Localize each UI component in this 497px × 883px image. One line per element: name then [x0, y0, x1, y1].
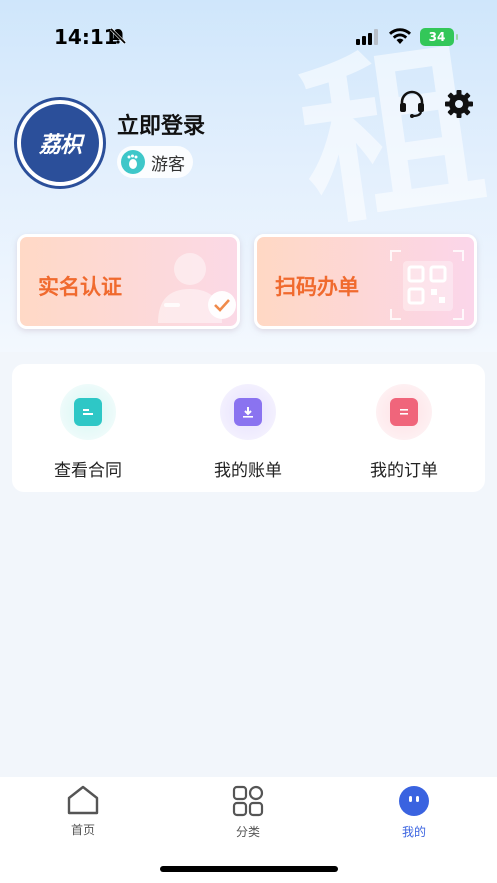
scan-order-card[interactable]: 扫码办单: [254, 234, 477, 329]
my-orders-button[interactable]: 我的订单: [344, 384, 464, 481]
view-contract-button[interactable]: 查看合同: [28, 384, 148, 481]
tab-mine-label: 我的: [401, 825, 426, 839]
status-bar: 14:11 34: [0, 0, 497, 70]
tab-category[interactable]: 分类: [208, 785, 288, 840]
home-icon: [67, 785, 99, 815]
contract-icon: [60, 384, 116, 440]
avatar-logo-text: 荔枳: [38, 133, 82, 158]
real-name-verify-card[interactable]: 实名认证: [17, 234, 240, 329]
real-name-verify-label: 实名认证: [38, 275, 122, 299]
tab-home-label: 首页: [70, 823, 95, 837]
bill-download-icon: [220, 384, 276, 440]
avatar[interactable]: 荔枳: [17, 100, 103, 186]
tab-mine[interactable]: 我的: [374, 785, 454, 840]
wifi-icon: [389, 28, 411, 44]
settings-gear-icon[interactable]: [444, 89, 474, 119]
my-orders-label: 我的订单: [370, 461, 438, 481]
scan-order-label: 扫码办单: [275, 275, 359, 299]
tab-category-label: 分类: [235, 825, 260, 839]
battery-indicator: 34: [420, 28, 458, 46]
view-contract-label: 查看合同: [54, 461, 122, 481]
home-indicator: [160, 866, 338, 872]
guest-badge: 游客: [117, 146, 193, 178]
order-clipboard-icon: [376, 384, 432, 440]
my-bills-button[interactable]: 我的账单: [188, 384, 308, 481]
footprint-icon: [121, 150, 145, 174]
guest-label: 游客: [151, 154, 185, 175]
category-grid-icon: [232, 785, 264, 817]
login-link[interactable]: 立即登录: [117, 108, 205, 140]
quick-actions-panel: 查看合同 我的账单 我的订单: [12, 364, 485, 492]
my-bills-label: 我的账单: [214, 461, 282, 481]
profile-face-icon: [399, 786, 429, 816]
tab-home[interactable]: 首页: [43, 785, 123, 838]
person-verified-icon: [158, 253, 236, 323]
signal-icon: [356, 29, 378, 45]
bell-muted-icon: [109, 27, 127, 45]
qr-code-icon: [390, 250, 464, 320]
customer-service-icon[interactable]: [396, 88, 428, 120]
